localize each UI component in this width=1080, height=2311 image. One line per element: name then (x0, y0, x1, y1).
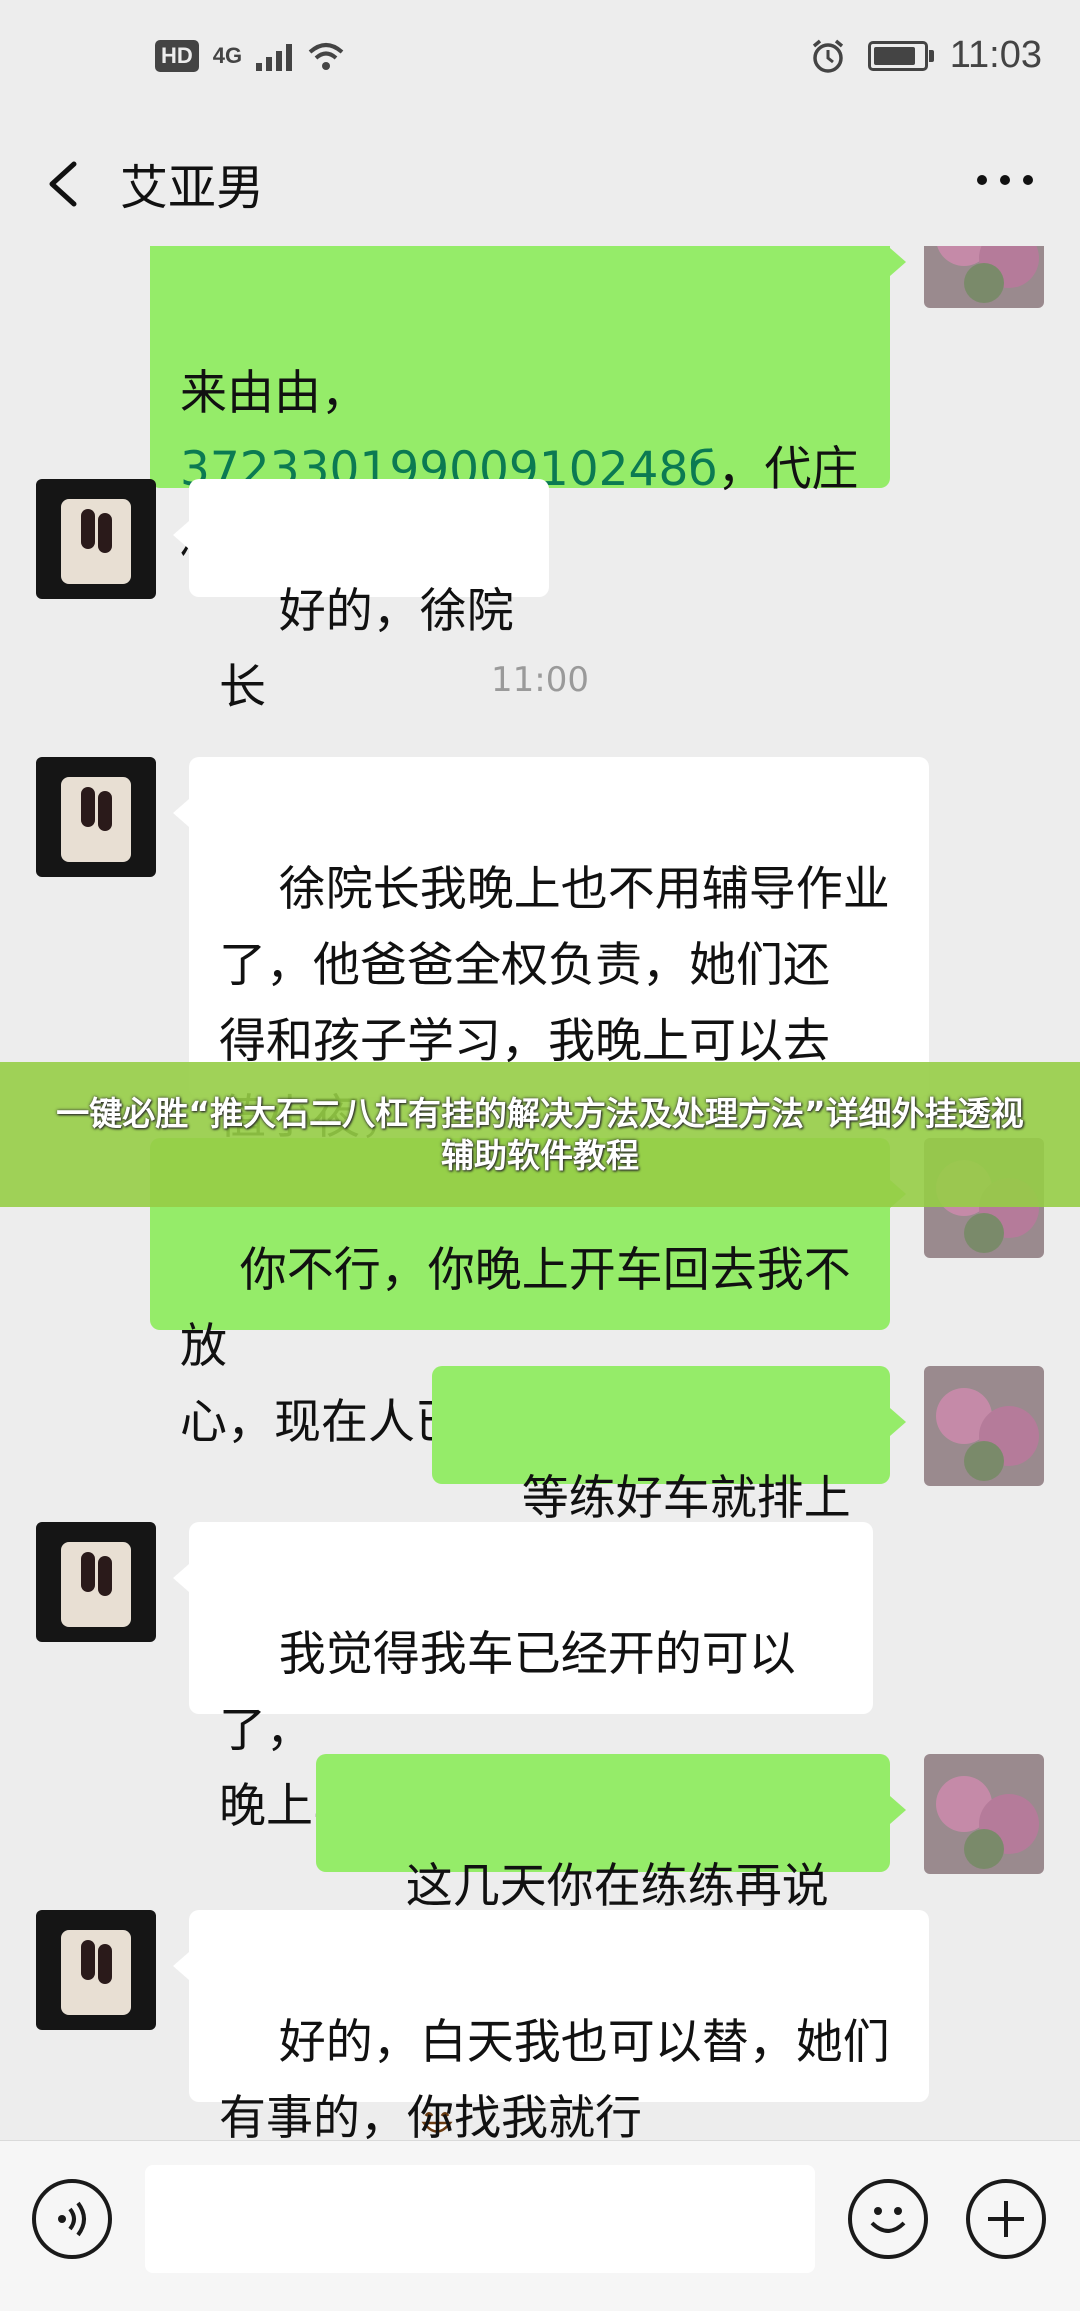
message-bubble-sent[interactable]: 等练好车就排上你 (432, 1366, 906, 1602)
message-bubble-received[interactable]: 徐院长我晚上也不用辅导作业 了，他爸爸全权负责，她们还 得和孩子学习，我晚上可以… (173, 757, 929, 1145)
contact-avatar[interactable] (36, 1910, 156, 2030)
signal-icon (256, 41, 293, 71)
status-time: 11:03 (949, 34, 1042, 76)
wifi-icon (308, 43, 344, 70)
message-text: 来由由， (180, 366, 368, 421)
more-dots-icon (977, 175, 1033, 185)
smiley-icon (870, 2207, 906, 2233)
status-right: 11:03 (810, 34, 1042, 77)
message-input[interactable] (145, 2165, 815, 2273)
hd-badge: HD (155, 40, 199, 72)
overlay-banner: 一键必胜“推大石二八杠有挂的解决方法及处理方法”详细外挂透视辅助软件教程 (0, 1062, 1080, 1207)
message-bubble-sent[interactable]: 来由由，37233019900910248б，代庄 村居住 (150, 246, 906, 573)
message-text: 好的，白天我也可以替，她们 有事的，你找我就行 (219, 2015, 890, 2140)
battery-level (873, 46, 915, 65)
plus-icon (988, 2201, 1024, 2237)
input-bar (0, 2140, 1080, 2311)
my-avatar[interactable] (924, 1754, 1044, 1874)
banner-text: 一键必胜“推大石二八杠有挂的解决方法及处理方法”详细外挂透视辅助软件教程 (56, 1093, 1024, 1175)
add-button[interactable] (966, 2179, 1046, 2259)
back-button[interactable] (40, 148, 100, 218)
my-avatar[interactable] (924, 1366, 1044, 1486)
message-bubble-received[interactable]: 我觉得我车已经开的可以了， 晚上车就少了 (173, 1522, 873, 1834)
my-avatar[interactable] (924, 246, 1044, 308)
emoji-button[interactable] (848, 2179, 928, 2259)
timestamp: 11:00 (491, 660, 589, 700)
message-text: 这几天你在练练再说 (405, 1859, 829, 1914)
message-bubble-received[interactable]: 好的，白天我也可以替，她们 有事的，你找我就行 (173, 1910, 929, 2140)
message-bubble-received[interactable]: 好的，徐院长 (173, 479, 549, 715)
alarm-icon (812, 39, 843, 73)
battery-icon (867, 40, 934, 71)
status-bar: HD 4G 11:03 (0, 0, 1080, 120)
message-bubble-sent[interactable]: 这几天你在练练再说 (316, 1754, 906, 2133)
chat-header: 艾亚男 (0, 120, 1080, 246)
contact-avatar[interactable] (36, 1522, 156, 1642)
network-type: 4G (212, 43, 243, 68)
more-button[interactable] (970, 150, 1040, 210)
voice-icon (58, 2201, 86, 2237)
voice-button[interactable] (32, 2179, 112, 2259)
contact-avatar[interactable] (36, 757, 156, 877)
contact-avatar[interactable] (36, 479, 156, 599)
status-left: HD 4G (155, 40, 346, 72)
contact-name: 艾亚男 (120, 160, 265, 216)
chevron-left-icon (49, 161, 77, 207)
